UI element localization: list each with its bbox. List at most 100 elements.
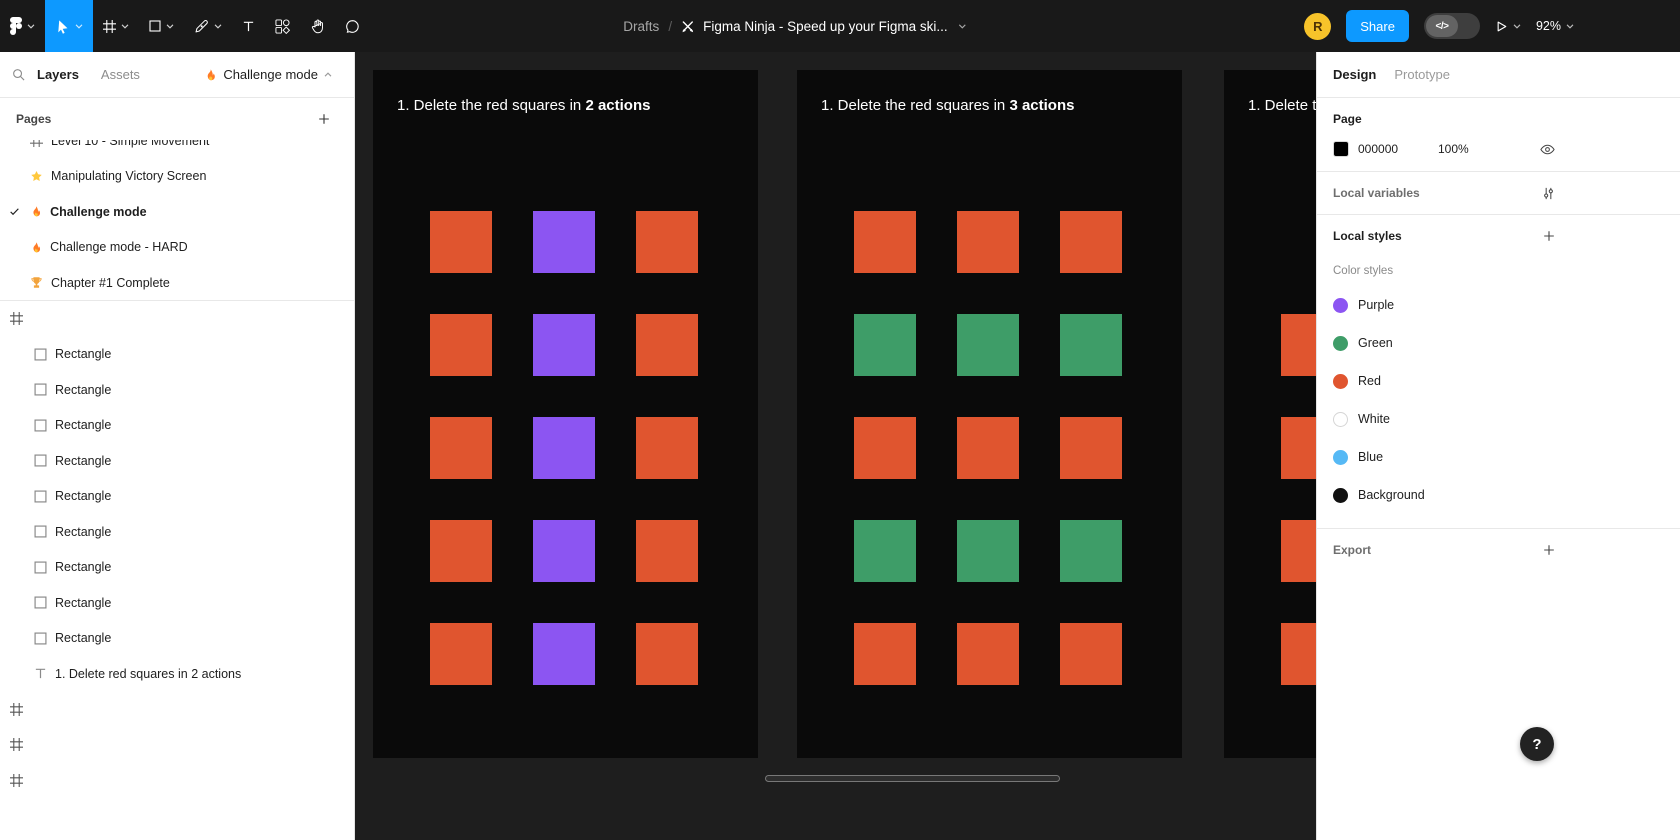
color-style-item[interactable]: White [1333, 400, 1555, 438]
red-square[interactable] [430, 211, 492, 273]
purple-square[interactable] [533, 520, 595, 582]
purple-square[interactable] [533, 211, 595, 273]
green-square[interactable] [854, 520, 916, 582]
hand-tool[interactable] [300, 0, 335, 52]
tool-group [0, 0, 370, 52]
current-page-badge[interactable]: Challenge mode [204, 67, 344, 82]
page-item[interactable]: Chapter #1 Complete [0, 265, 354, 301]
frame-layer-item[interactable] [0, 692, 354, 728]
canvas-frame[interactable]: 1. Delete the red squares in 3 actions [797, 70, 1182, 758]
frame-layer-item[interactable] [0, 727, 354, 763]
canvas[interactable]: 1. Delete the red squares in 2 actions1.… [355, 52, 1316, 840]
purple-square[interactable] [533, 417, 595, 479]
red-square[interactable] [854, 417, 916, 479]
shape-tool[interactable] [139, 0, 184, 52]
layer-item[interactable]: Rectangle [0, 443, 354, 479]
red-square[interactable] [1060, 623, 1122, 685]
add-page-button[interactable] [318, 113, 330, 125]
eye-icon[interactable] [1540, 144, 1555, 155]
color-style-item[interactable]: Purple [1333, 286, 1555, 324]
help-button[interactable]: ? [1520, 727, 1554, 761]
left-sidebar: Layers Assets Challenge mode Pages Level… [0, 52, 355, 840]
tab-layers[interactable]: Layers [37, 67, 79, 82]
red-square[interactable] [636, 520, 698, 582]
red-square[interactable] [854, 211, 916, 273]
page-item[interactable]: Challenge mode - HARD [0, 230, 354, 266]
share-button[interactable]: Share [1346, 10, 1409, 42]
color-style-item[interactable]: Blue [1333, 438, 1555, 476]
green-square[interactable] [957, 314, 1019, 376]
frame-layer-item[interactable] [0, 301, 354, 337]
page-color-opacity[interactable]: 100% [1438, 142, 1469, 156]
color-style-item[interactable]: Red [1333, 362, 1555, 400]
main-menu-tool[interactable] [0, 0, 45, 52]
red-square[interactable] [1281, 417, 1316, 479]
purple-square[interactable] [533, 623, 595, 685]
zoom-control[interactable]: 92% [1536, 19, 1574, 33]
red-square[interactable] [1281, 623, 1316, 685]
variables-icon[interactable] [1542, 187, 1555, 200]
horizontal-scrollbar[interactable] [765, 775, 1060, 782]
layer-item[interactable]: Rectangle [0, 337, 354, 373]
page-color-hex[interactable]: 000000 [1358, 142, 1410, 156]
layer-item[interactable]: Rectangle [0, 621, 354, 657]
red-square[interactable] [854, 623, 916, 685]
layer-item[interactable]: 1. Delete red squares in 2 actions [0, 656, 354, 692]
breadcrumb-location[interactable]: Drafts [623, 19, 659, 34]
red-square[interactable] [636, 623, 698, 685]
red-square[interactable] [430, 520, 492, 582]
canvas-frame[interactable]: 1. Delete t [1224, 70, 1316, 758]
comment-tool[interactable] [335, 0, 370, 52]
tab-design[interactable]: Design [1333, 67, 1376, 82]
add-style-button[interactable] [1543, 230, 1555, 242]
present-button[interactable] [1495, 20, 1521, 33]
resources-tool[interactable] [265, 0, 300, 52]
red-square[interactable] [957, 623, 1019, 685]
avatar[interactable]: R [1304, 13, 1331, 40]
file-title[interactable]: Figma Ninja - Speed up your Figma ski... [703, 19, 948, 34]
red-square[interactable] [430, 417, 492, 479]
tab-prototype[interactable]: Prototype [1394, 67, 1450, 82]
text-tool[interactable] [232, 0, 265, 52]
pen-tool[interactable] [184, 0, 232, 52]
frame-tool[interactable] [93, 0, 139, 52]
page-item[interactable]: Manipulating Victory Screen [0, 159, 354, 195]
trophy-icon [30, 276, 43, 289]
layer-item[interactable]: Rectangle [0, 585, 354, 621]
red-square[interactable] [430, 314, 492, 376]
green-square[interactable] [1060, 520, 1122, 582]
layer-item[interactable]: Rectangle [0, 550, 354, 586]
red-square[interactable] [636, 417, 698, 479]
purple-square[interactable] [533, 314, 595, 376]
red-square[interactable] [636, 314, 698, 376]
green-square[interactable] [854, 314, 916, 376]
dev-mode-toggle[interactable]: </> [1424, 13, 1480, 39]
red-square[interactable] [1281, 520, 1316, 582]
page-item[interactable]: Level 10 - Simple Movement [0, 140, 354, 159]
chevron-down-icon[interactable] [959, 24, 967, 29]
add-export-button[interactable] [1543, 544, 1555, 556]
red-square[interactable] [957, 211, 1019, 273]
red-square[interactable] [1281, 314, 1316, 376]
color-style-item[interactable]: Green [1333, 324, 1555, 362]
red-square[interactable] [1060, 211, 1122, 273]
green-square[interactable] [957, 520, 1019, 582]
frame-layer-item[interactable] [0, 763, 354, 799]
layer-item[interactable]: Rectangle [0, 479, 354, 515]
layer-item[interactable]: Rectangle [0, 514, 354, 550]
red-square[interactable] [636, 211, 698, 273]
canvas-frame[interactable]: 1. Delete the red squares in 2 actions [373, 70, 758, 758]
green-square[interactable] [1060, 314, 1122, 376]
layer-item[interactable]: Rectangle [0, 372, 354, 408]
move-tool[interactable] [45, 0, 93, 52]
search-icon[interactable] [12, 68, 25, 81]
red-square[interactable] [957, 417, 1019, 479]
red-square[interactable] [1060, 417, 1122, 479]
layer-item[interactable]: Rectangle [0, 408, 354, 444]
tab-assets[interactable]: Assets [101, 67, 140, 82]
color-style-item[interactable]: Background [1333, 476, 1555, 514]
page-color-swatch[interactable] [1333, 141, 1349, 157]
red-square[interactable] [430, 623, 492, 685]
page-item[interactable]: Challenge mode [0, 194, 354, 230]
check-icon [9, 206, 20, 217]
